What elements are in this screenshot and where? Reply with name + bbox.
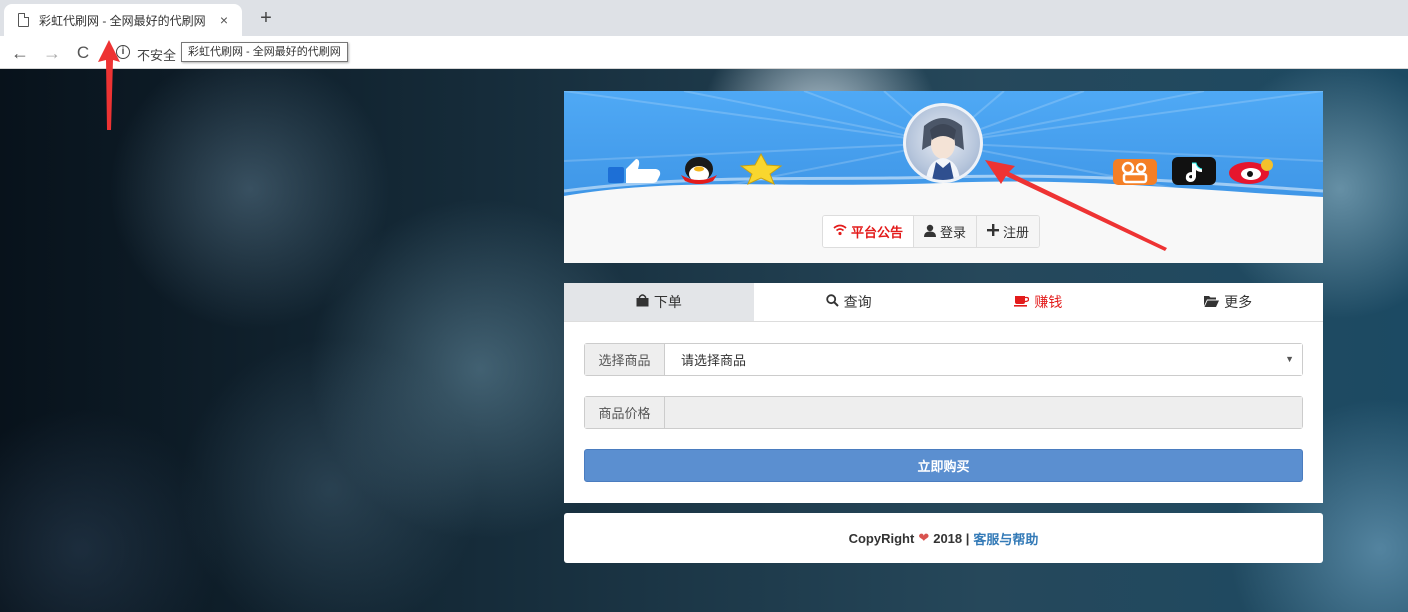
forward-button[interactable]: → bbox=[40, 41, 64, 65]
copyright-year: 2018 | bbox=[933, 530, 970, 546]
tab-order-label: 下单 bbox=[653, 294, 682, 310]
register-label: 注册 bbox=[1003, 225, 1030, 240]
help-link[interactable]: 客服与帮助 bbox=[973, 529, 1038, 548]
security-label[interactable]: 不安全 bbox=[137, 45, 176, 64]
tab-order[interactable]: 下单 bbox=[564, 283, 754, 321]
kuaishou-icon bbox=[1113, 159, 1157, 185]
reload-button[interactable]: C bbox=[71, 41, 95, 65]
login-button[interactable]: 登录 bbox=[914, 216, 978, 247]
close-tab-icon[interactable]: × bbox=[216, 12, 232, 28]
browser-tabbar: 彩虹代刷网 - 全网最好的代刷网 × + bbox=[0, 0, 1408, 36]
star-icon bbox=[739, 153, 783, 185]
tab-earn-label: 赚钱 bbox=[1034, 294, 1063, 310]
heart-icon: ❤ bbox=[918, 530, 930, 545]
user-icon bbox=[924, 224, 937, 240]
login-label: 登录 bbox=[940, 225, 967, 240]
product-select-value: 请选择商品 bbox=[681, 353, 747, 368]
coffee-icon bbox=[1014, 294, 1030, 310]
site-info-icon[interactable]: i bbox=[116, 45, 130, 59]
price-label: 商品价格 bbox=[585, 397, 665, 428]
plus-icon bbox=[987, 224, 1000, 239]
tab-more[interactable]: 更多 bbox=[1133, 283, 1323, 321]
tab-more-label: 更多 bbox=[1224, 294, 1253, 310]
header-panel: 平台公告 登录 注册 bbox=[564, 91, 1323, 263]
wifi-icon bbox=[833, 224, 847, 239]
shopping-bag-icon bbox=[636, 294, 649, 310]
qq-penguin-icon bbox=[681, 157, 717, 184]
page-icon bbox=[18, 13, 29, 27]
new-tab-button[interactable]: + bbox=[254, 6, 278, 30]
order-panel: 下单 查询 赚钱 更多 选择商品 请选择商品 ▼ 商品价格 立即购买 bbox=[564, 283, 1323, 503]
tab-title: 彩虹代刷网 - 全网最好的代刷网 bbox=[39, 13, 206, 28]
tab-query[interactable]: 查询 bbox=[754, 283, 944, 321]
product-label: 选择商品 bbox=[585, 344, 665, 375]
buy-now-button[interactable]: 立即购买 bbox=[584, 449, 1303, 482]
product-select[interactable]: 请选择商品 ▼ bbox=[665, 344, 1302, 375]
search-icon bbox=[825, 294, 839, 310]
folder-open-icon bbox=[1204, 294, 1220, 310]
announcement-label: 平台公告 bbox=[851, 225, 904, 240]
price-row: 商品价格 bbox=[584, 396, 1303, 429]
product-select-row: 选择商品 请选择商品 ▼ bbox=[584, 343, 1303, 376]
tab-tooltip: 彩虹代刷网 - 全网最好的代刷网 bbox=[181, 42, 348, 62]
footer-panel: CopyRight ❤ 2018 | 客服与帮助 bbox=[564, 513, 1323, 563]
header-button-group: 平台公告 登录 注册 bbox=[822, 215, 1041, 248]
tab-earn[interactable]: 赚钱 bbox=[944, 283, 1134, 321]
back-button[interactable]: ← bbox=[8, 41, 32, 65]
price-field bbox=[665, 397, 1302, 428]
caret-down-icon: ▼ bbox=[1285, 354, 1294, 364]
tab-query-label: 查询 bbox=[843, 294, 872, 310]
thumbs-up-icon bbox=[608, 159, 661, 183]
register-button[interactable]: 注册 bbox=[977, 216, 1040, 247]
weibo-icon bbox=[1229, 159, 1273, 184]
browser-tab[interactable]: 彩虹代刷网 - 全网最好的代刷网 × bbox=[4, 4, 242, 36]
announcement-button[interactable]: 平台公告 bbox=[823, 216, 915, 247]
avatar-portrait bbox=[922, 118, 964, 180]
nav-tabs: 下单 查询 赚钱 更多 bbox=[564, 283, 1323, 322]
avatar bbox=[903, 103, 983, 183]
tiktok-icon bbox=[1172, 157, 1216, 185]
copyright-text: CopyRight bbox=[848, 530, 915, 546]
